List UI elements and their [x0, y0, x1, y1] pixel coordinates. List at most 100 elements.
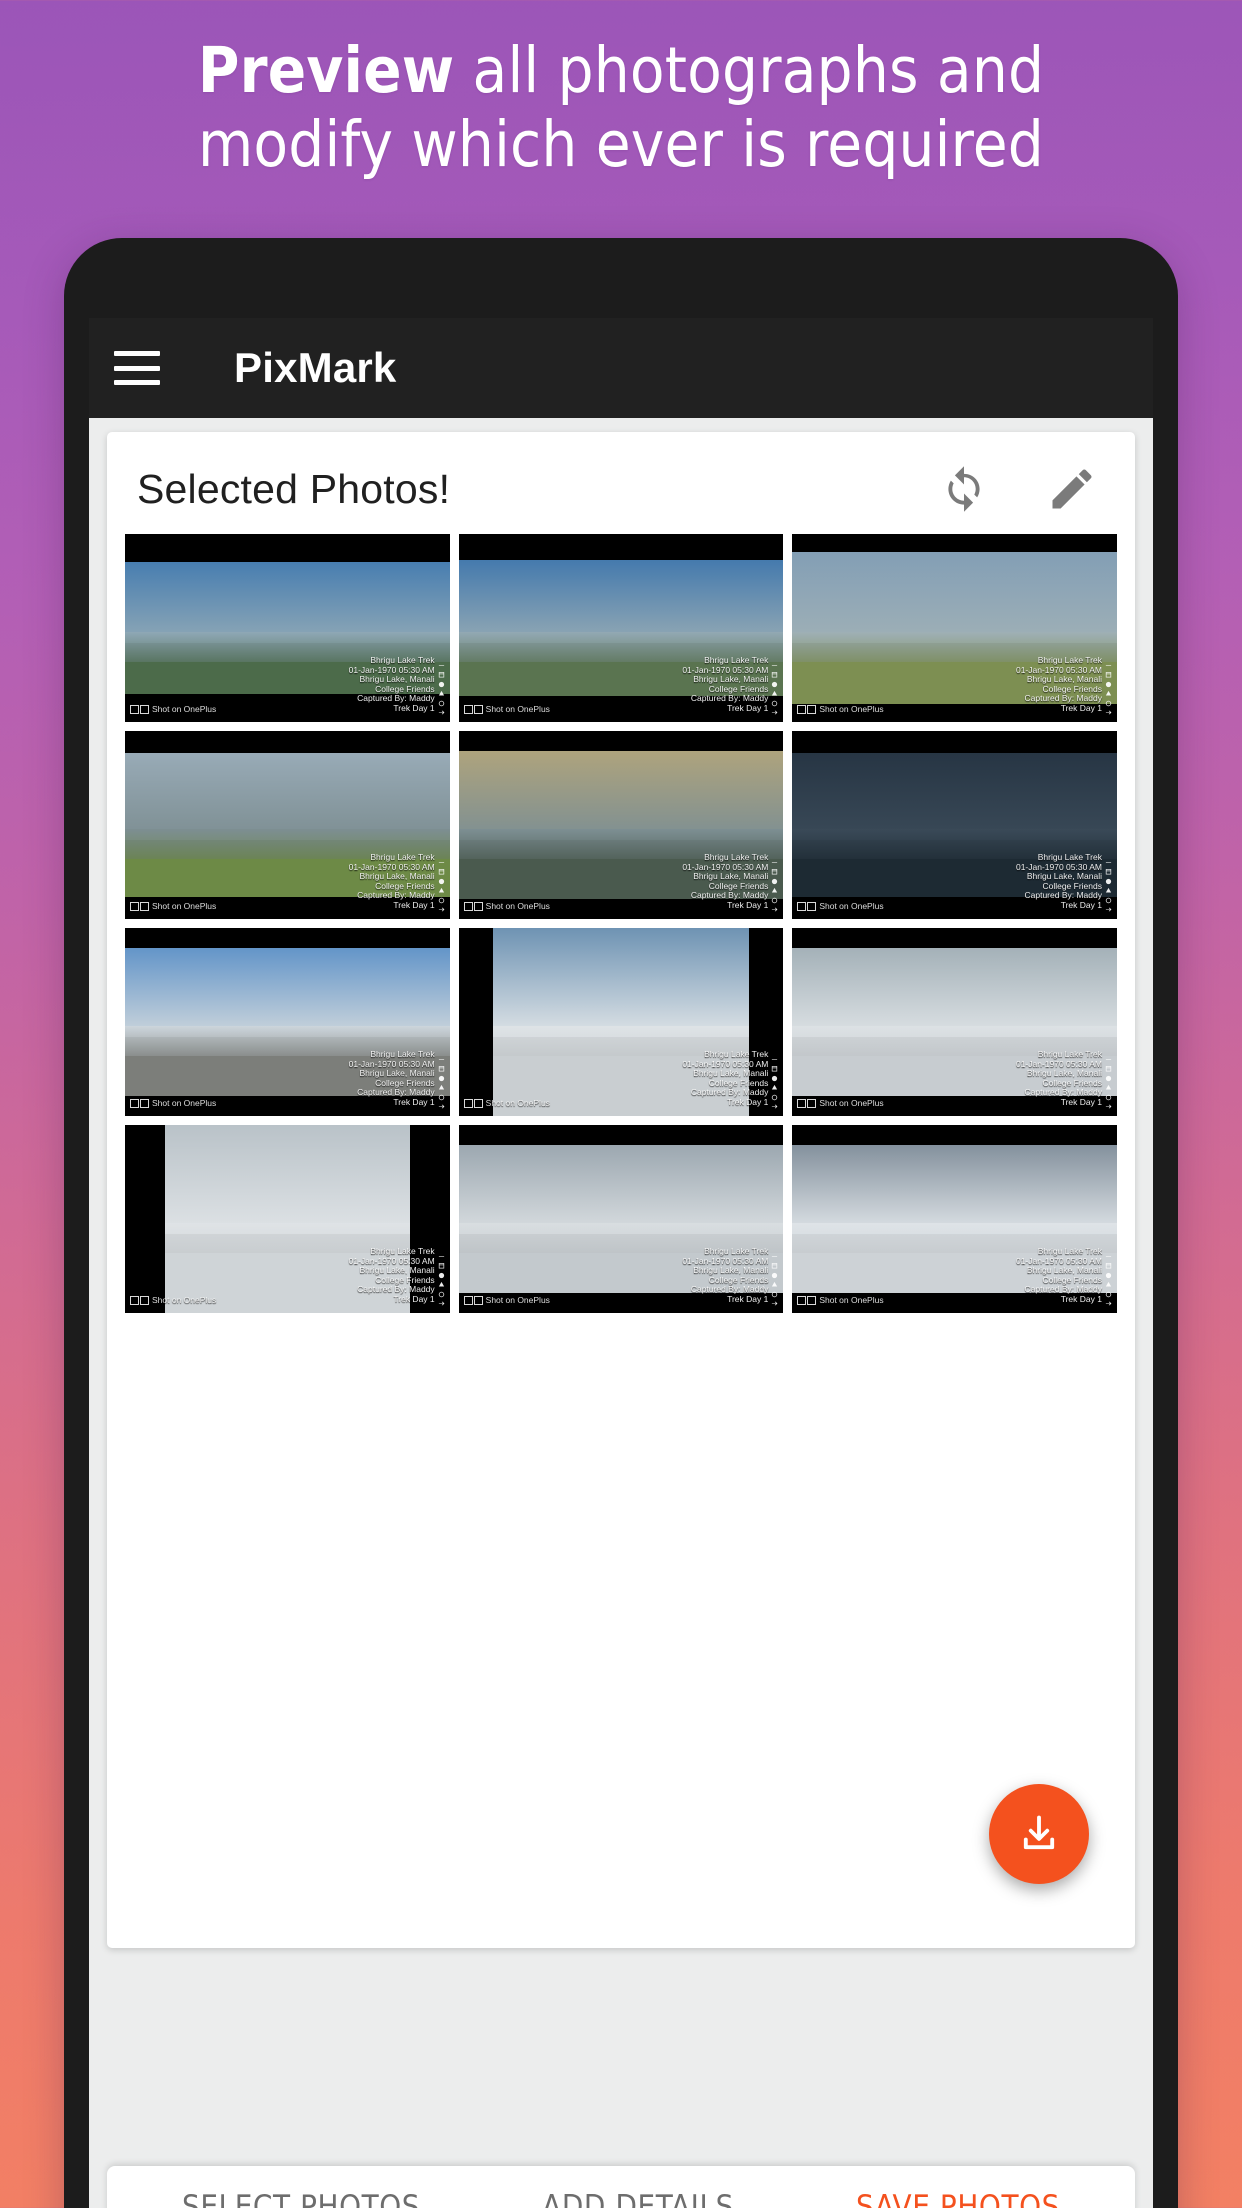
watermark-line: 01-Jan-1970 05:30 AM [1016, 1059, 1112, 1072]
watermark-line: Bhrigu Lake, Manali [359, 871, 445, 884]
photo-watermark: Bhrigu Lake Trek 01-Jan-1970 05:30 AM Bhri… [1016, 1247, 1112, 1306]
watermark-line: College Friends [1042, 684, 1112, 696]
title-icon [438, 657, 445, 666]
watermark-line: 01-Jan-1970 05:30 AM [1016, 1256, 1112, 1269]
title-icon [438, 1248, 445, 1257]
watermark-text: Bhrigu Lake, Manali [1026, 1068, 1102, 1078]
watermark-text: Captured By: Maddy [357, 890, 435, 900]
calendar-icon [1105, 666, 1112, 678]
watermark-line: Captured By: Maddy [690, 1284, 778, 1297]
refresh-icon[interactable] [937, 462, 991, 516]
photo-thumbnail[interactable]: Bhrigu Lake Trek 01-Jan-1970 05:30 AM Bhri… [458, 1125, 784, 1313]
camera-badge-icon [463, 901, 483, 911]
watermark-line: Bhrigu Lake, Manali [693, 675, 778, 687]
title-icon [1105, 657, 1112, 666]
watermark-brand: Shot on OnePlus [463, 1295, 550, 1305]
watermark-line: Bhrigu Lake Trek [1038, 656, 1112, 666]
photo-thumbnail[interactable]: Bhrigu Lake Trek 01-Jan-1970 05:30 AM Bhri… [125, 1125, 450, 1313]
watermark-text: 01-Jan-1970 05:30 AM [348, 1255, 435, 1266]
photo-letterbox-top [792, 928, 1117, 948]
note-icon [771, 901, 778, 912]
watermark-brand: Shot on OnePlus [130, 1295, 216, 1305]
note-icon [771, 704, 778, 715]
watermark-line: Bhrigu Lake, Manali [693, 1265, 778, 1278]
edit-pencil-icon[interactable] [1045, 462, 1099, 516]
note-icon [1105, 1098, 1112, 1109]
watermark-brand-text: Shot on OnePlus [819, 1295, 884, 1305]
photo-watermark: Bhrigu Lake Trek 01-Jan-1970 05:30 AM Bhri… [1016, 656, 1112, 715]
watermark-line: 01-Jan-1970 05:30 AM [682, 861, 778, 875]
photo-thumbnail[interactable]: Bhrigu Lake Trek 01-Jan-1970 05:30 AM Bhri… [792, 534, 1117, 722]
calendar-icon [1105, 1257, 1112, 1269]
note-icon [438, 1295, 445, 1306]
people-icon [438, 1276, 445, 1287]
location-icon [438, 1267, 445, 1278]
watermark-text: Bhrigu Lake, Manali [1026, 871, 1102, 881]
note-icon [1105, 1295, 1112, 1306]
photo-thumbnail[interactable]: Bhrigu Lake Trek 01-Jan-1970 05:30 AM Bhri… [792, 731, 1117, 919]
watermark-line: Trek Day 1 [393, 1097, 445, 1109]
watermark-text: Bhrigu Lake, Manali [693, 1265, 769, 1275]
download-fab-button[interactable] [989, 1784, 1089, 1884]
location-icon [771, 1267, 778, 1278]
camera-icon [438, 1089, 445, 1100]
watermark-text: College Friends [375, 683, 435, 694]
camera-icon [771, 892, 778, 903]
camera-badge-icon [797, 704, 817, 714]
watermark-text: Bhrigu Lake Trek [704, 1246, 769, 1256]
watermark-line: Captured By: Maddy [691, 1088, 778, 1100]
watermark-text: Bhrigu Lake, Manali [359, 871, 435, 881]
watermark-text: Captured By: Maddy [357, 693, 435, 703]
people-icon [771, 685, 778, 696]
title-icon [438, 854, 445, 863]
camera-icon [438, 892, 445, 903]
watermark-line: 01-Jan-1970 05:30 AM [348, 1255, 445, 1269]
tab-add-details[interactable]: ADD DETAILS [542, 2189, 734, 2208]
watermark-text: Trek Day 1 [727, 899, 769, 910]
watermark-brand-text: Shot on OnePlus [152, 901, 217, 911]
calendar-icon [438, 1257, 445, 1269]
title-icon [1105, 1248, 1112, 1257]
note-icon [1105, 901, 1112, 912]
watermark-text: Bhrigu Lake, Manali [359, 674, 435, 684]
watermark-text: 01-Jan-1970 05:30 AM [682, 664, 769, 675]
tab-select-photos[interactable]: SELECT PHOTOS [182, 2189, 420, 2208]
watermark-line: Bhrigu Lake Trek [704, 656, 778, 666]
photo-watermark: Bhrigu Lake Trek 01-Jan-1970 05:30 AM Bhri… [349, 656, 445, 715]
location-icon [771, 1070, 778, 1081]
watermark-line: Captured By: Maddy [691, 694, 778, 706]
watermark-text: 01-Jan-1970 05:30 AM [682, 861, 769, 872]
calendar-icon [771, 666, 778, 678]
photo-thumbnail[interactable]: Bhrigu Lake Trek 01-Jan-1970 05:30 AM Bhri… [125, 928, 450, 1116]
tab-save-photos[interactable]: SAVE PHOTOS [856, 2189, 1060, 2208]
watermark-text: Trek Day 1 [393, 1293, 435, 1304]
watermark-line: College Friends [375, 683, 445, 696]
photo-thumbnail[interactable]: Bhrigu Lake Trek 01-Jan-1970 05:30 AM Bhri… [792, 928, 1117, 1116]
watermark-text: Captured By: Maddy [690, 1284, 769, 1294]
photo-thumbnail[interactable]: Bhrigu Lake Trek 01-Jan-1970 05:30 AM Bhri… [458, 731, 784, 919]
watermark-text: Trek Day 1 [393, 899, 435, 910]
watermark-text: 01-Jan-1970 05:30 AM [682, 1058, 769, 1069]
watermark-line: Captured By: Maddy [1025, 694, 1112, 706]
photo-thumbnail[interactable]: Bhrigu Lake Trek 01-Jan-1970 05:30 AM Bhri… [458, 928, 784, 1116]
photo-thumbnail[interactable]: Bhrigu Lake Trek 01-Jan-1970 05:30 AM Bhri… [125, 534, 450, 722]
watermark-line: Bhrigu Lake, Manali [1027, 675, 1112, 687]
photo-letterbox-top [125, 731, 450, 753]
watermark-text: Trek Day 1 [727, 1096, 769, 1107]
camera-icon [1105, 892, 1112, 903]
location-icon [438, 1070, 445, 1081]
watermark-line: Captured By: Maddy [691, 891, 778, 903]
watermark-line: Bhrigu Lake Trek [370, 1247, 445, 1257]
watermark-text: 01-Jan-1970 05:30 AM [1015, 861, 1102, 872]
photo-thumbnail[interactable]: Bhrigu Lake Trek 01-Jan-1970 05:30 AM Bhri… [125, 731, 450, 919]
watermark-text: Bhrigu Lake Trek [704, 1049, 769, 1059]
photo-thumbnail[interactable]: Bhrigu Lake Trek 01-Jan-1970 05:30 AM Bhri… [458, 534, 784, 722]
camera-icon [1105, 1286, 1112, 1297]
camera-icon [771, 1286, 778, 1297]
photo-pillarbox-left [458, 928, 493, 1116]
card-header: Selected Photos! [107, 432, 1135, 534]
hamburger-menu-icon[interactable] [114, 351, 160, 385]
photo-thumbnail[interactable]: Bhrigu Lake Trek 01-Jan-1970 05:30 AM Bhri… [792, 1125, 1117, 1313]
bottom-tab-bar: SELECT PHOTOS ADD DETAILS SAVE PHOTOS [107, 2166, 1135, 2208]
watermark-text: Trek Day 1 [1060, 1096, 1102, 1107]
